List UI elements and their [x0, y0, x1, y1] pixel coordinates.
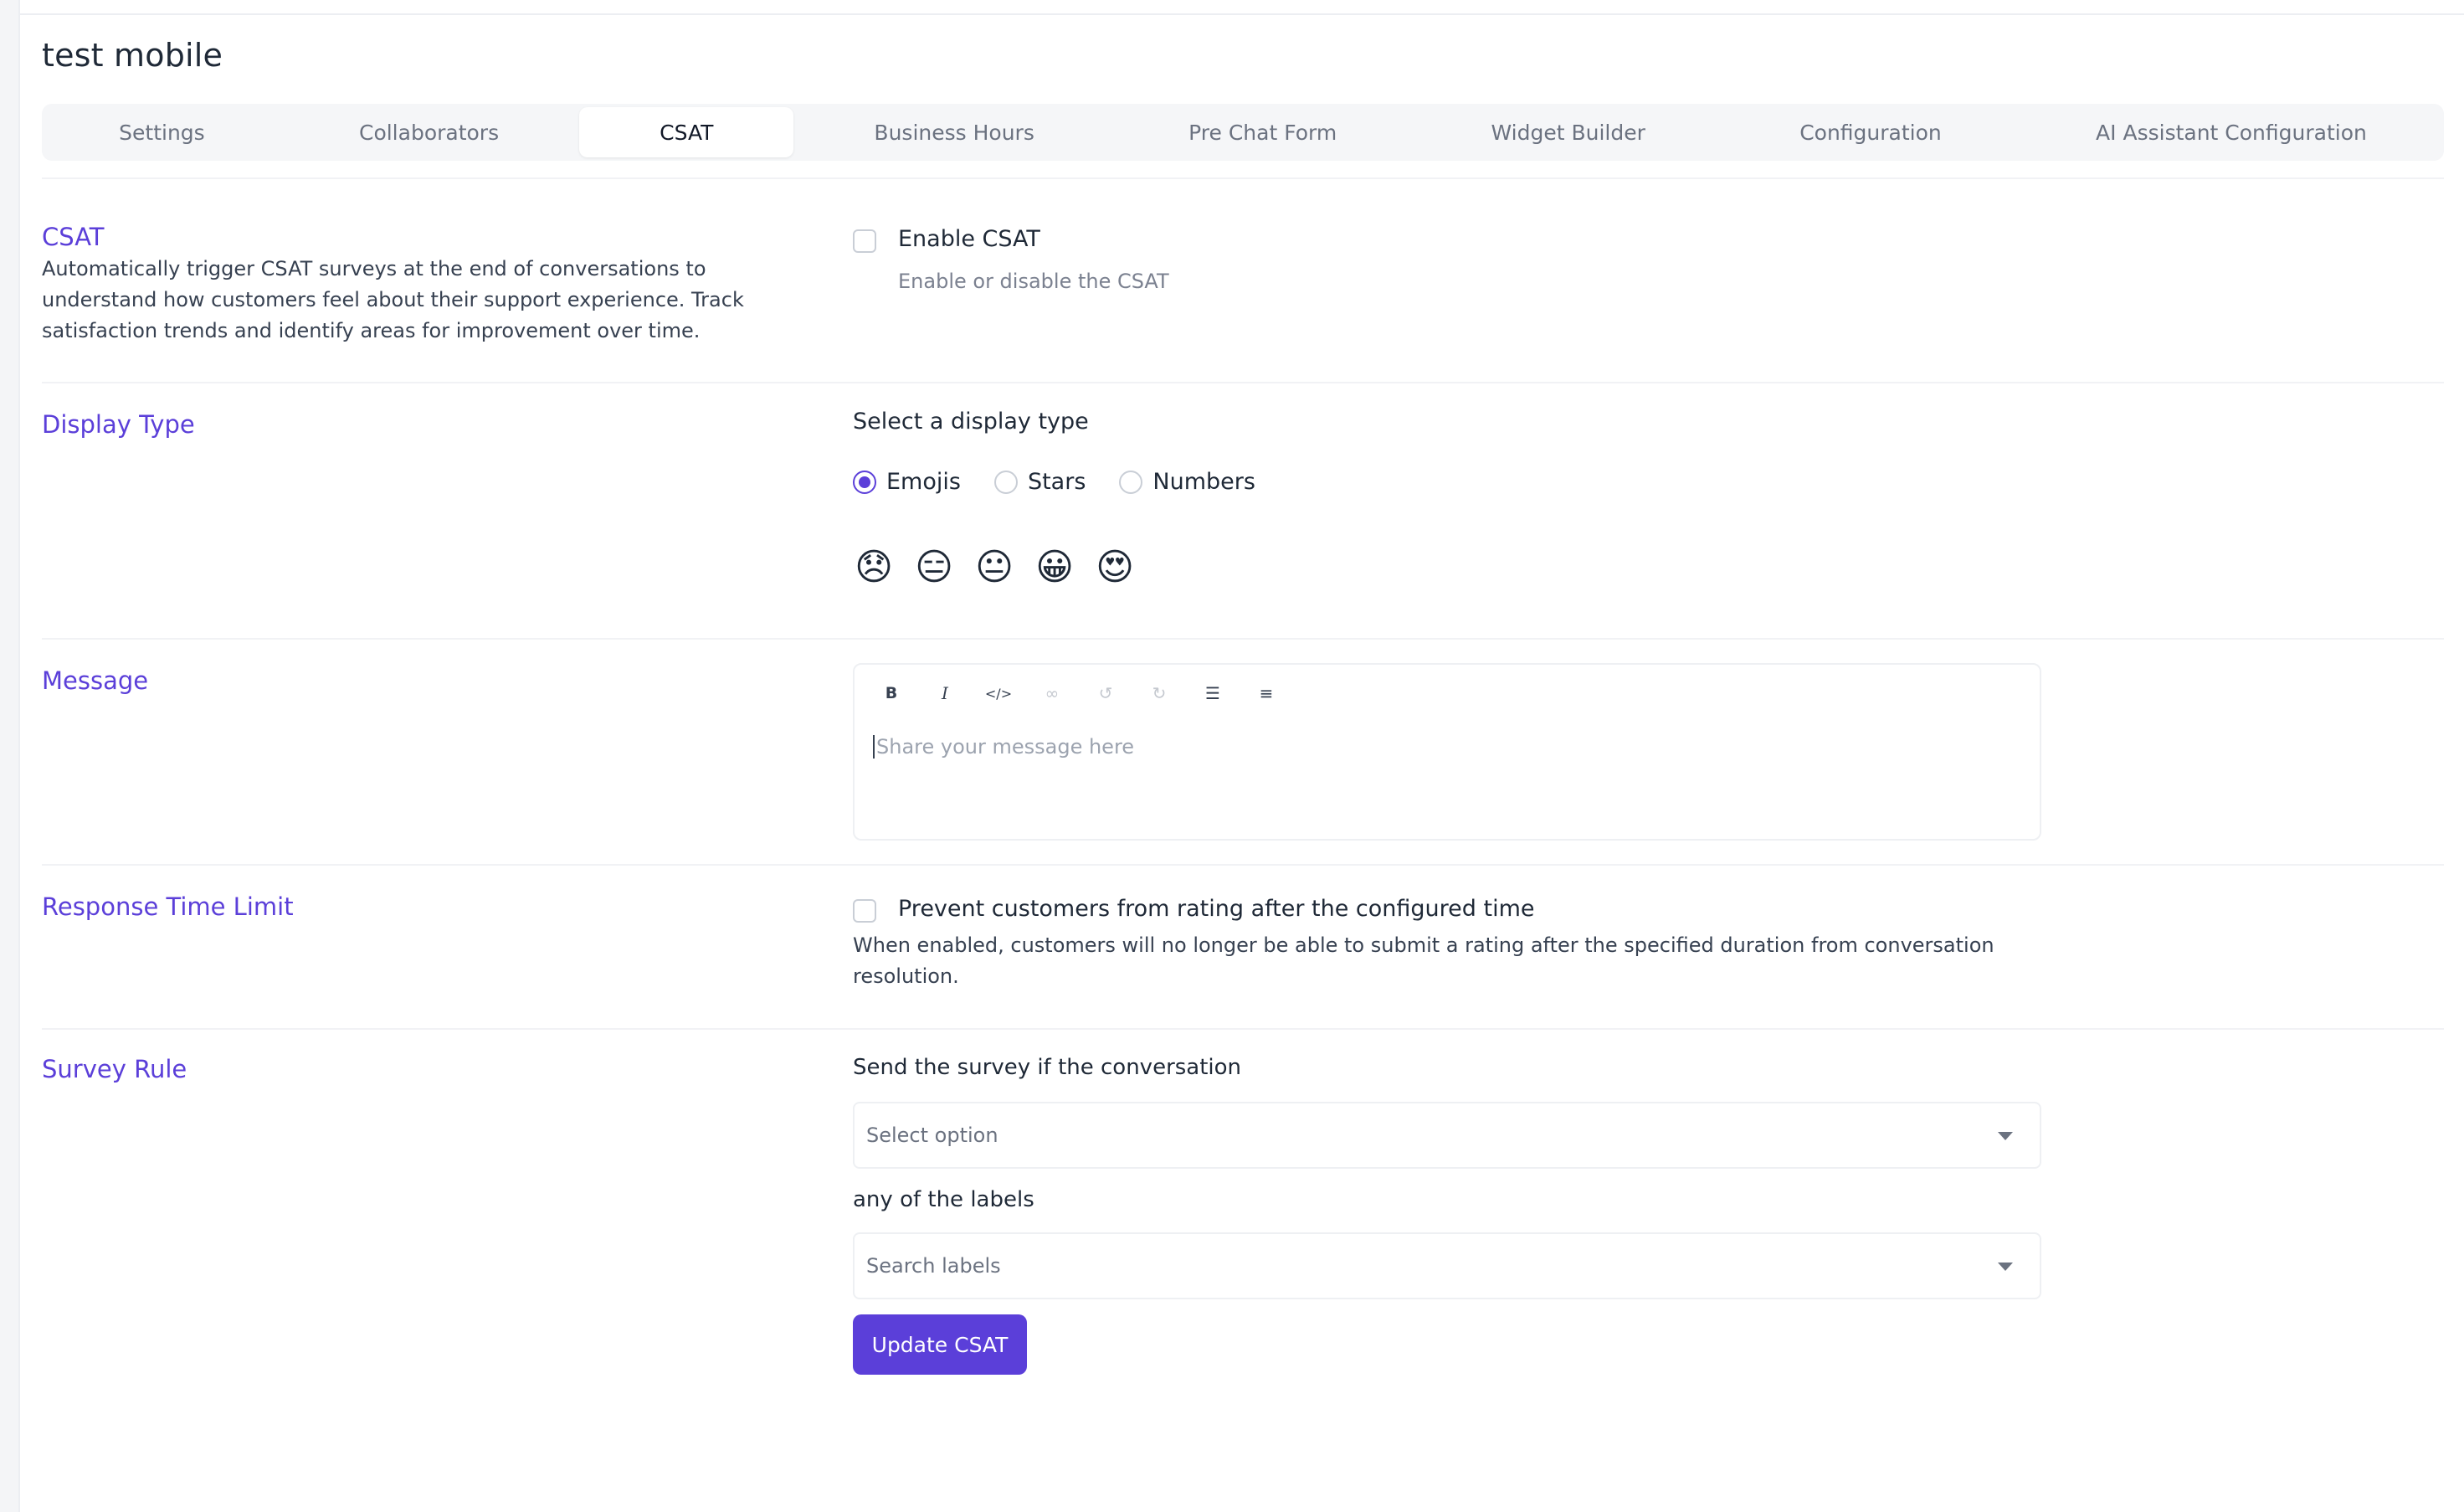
radio-label: Stars	[1027, 469, 1086, 495]
chevron-down-icon	[1998, 1132, 2013, 1140]
expressionless-face-icon: 😑	[915, 546, 953, 589]
csat-section-description: Automatically trigger CSAT surveys at th…	[42, 257, 744, 342]
emoji-preview: 😞 😑 😐 😀 😍	[853, 543, 1154, 593]
conversation-condition-select[interactable]: Select option	[853, 1102, 2041, 1169]
tab-collaborators[interactable]: Collaborators	[282, 107, 576, 157]
code-icon[interactable]: </>	[972, 680, 1025, 707]
tab-configuration[interactable]: Configuration	[1722, 107, 2019, 157]
tab-ai-assistant-configuration[interactable]: AI Assistant Configuration	[2019, 107, 2444, 157]
select-placeholder: Select option	[866, 1124, 998, 1147]
enable-csat-checkbox[interactable]	[853, 229, 876, 253]
undo-icon[interactable]: ↺	[1079, 680, 1132, 707]
tab-business-hours[interactable]: Business Hours	[797, 107, 1111, 157]
response-time-checkbox[interactable]	[853, 899, 876, 923]
divider	[42, 864, 2444, 866]
update-csat-button[interactable]: Update CSAT	[853, 1314, 1027, 1375]
tab-settings[interactable]: Settings	[42, 107, 282, 157]
editor-toolbar: B I </> ∞ ↺ ↻ ☰ ≡	[865, 680, 1293, 707]
radio-numbers[interactable]: Numbers	[1119, 469, 1255, 495]
tab-pre-chat-form[interactable]: Pre Chat Form	[1111, 107, 1414, 157]
radio-label: Emojis	[886, 469, 961, 495]
enable-csat-help: Enable or disable the CSAT	[898, 270, 1169, 293]
radio-dot	[853, 470, 876, 494]
labels-prompt: any of the labels	[853, 1187, 1034, 1212]
disappointed-face-icon: 😞	[855, 546, 893, 589]
tab-widget-builder[interactable]: Widget Builder	[1414, 107, 1722, 157]
page-title: test mobile	[42, 37, 223, 74]
response-time-help: When enabled, customers will no longer b…	[853, 933, 1994, 988]
display-type-radio-group: Emojis Stars Numbers	[853, 469, 1289, 495]
message-editor[interactable]: B I </> ∞ ↺ ↻ ☰ ≡ Share your message her…	[853, 663, 2041, 841]
numbered-list-icon[interactable]: ≡	[1240, 680, 1293, 707]
bullet-list-icon[interactable]: ☰	[1186, 680, 1240, 707]
survey-rule-section-title: Survey Rule	[42, 1055, 187, 1083]
enable-csat-label: Enable CSAT	[898, 226, 1040, 252]
radio-dot	[1119, 470, 1143, 494]
divider	[42, 382, 2444, 383]
radio-emojis[interactable]: Emojis	[853, 469, 961, 495]
tab-bar: Settings Collaborators CSAT Business Hou…	[42, 104, 2444, 161]
heart-eyes-face-icon: 😍	[1096, 546, 1134, 589]
radio-label: Numbers	[1152, 469, 1255, 495]
labels-placeholder: Search labels	[866, 1254, 1001, 1278]
radio-dot	[993, 470, 1018, 494]
labels-search-select[interactable]: Search labels	[853, 1232, 2041, 1299]
chevron-down-icon	[1998, 1263, 2013, 1271]
display-type-prompt: Select a display type	[853, 409, 1089, 435]
grinning-face-icon: 😀	[1035, 546, 1074, 589]
csat-section-title: CSAT	[42, 223, 105, 251]
message-section-title: Message	[42, 666, 149, 695]
top-border	[20, 13, 2464, 15]
display-type-section-title: Display Type	[42, 410, 195, 439]
radio-stars[interactable]: Stars	[993, 469, 1086, 495]
message-placeholder: Share your message here	[873, 735, 1134, 759]
link-icon[interactable]: ∞	[1025, 680, 1079, 707]
response-time-section-title: Response Time Limit	[42, 892, 294, 921]
divider	[42, 177, 2444, 179]
italic-icon[interactable]: I	[918, 680, 972, 707]
settings-page: test mobile Settings Collaborators CSAT …	[18, 0, 2464, 1512]
tab-csat[interactable]: CSAT	[579, 107, 794, 157]
divider	[42, 1028, 2444, 1030]
neutral-face-icon: 😐	[975, 546, 1014, 589]
response-time-label: Prevent customers from rating after the …	[898, 896, 1535, 922]
survey-rule-prompt: Send the survey if the conversation	[853, 1055, 1242, 1080]
redo-icon[interactable]: ↻	[1132, 680, 1186, 707]
divider	[42, 638, 2444, 640]
bold-icon[interactable]: B	[865, 680, 918, 707]
